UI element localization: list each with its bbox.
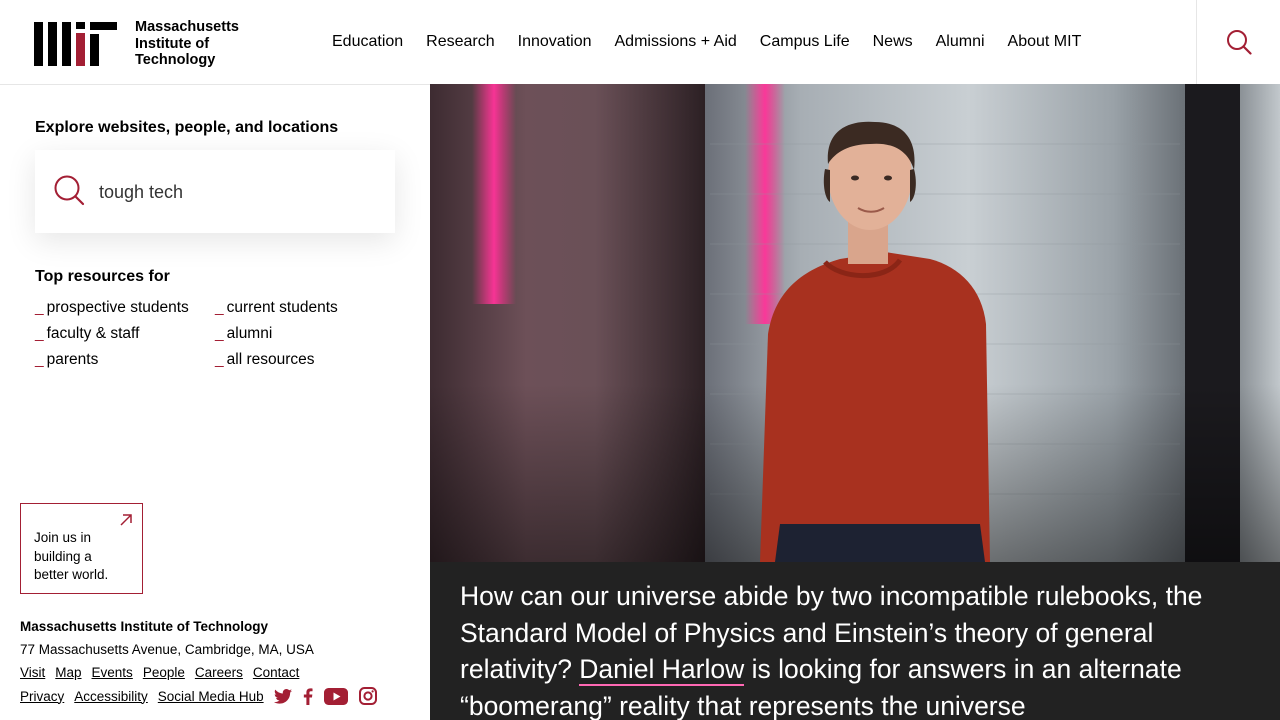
header-search-button[interactable] bbox=[1196, 0, 1280, 84]
resource-label: faculty & staff bbox=[46, 325, 140, 342]
footer-link-people[interactable]: People bbox=[143, 665, 185, 680]
resource-alumni[interactable]: _ alumni bbox=[215, 325, 272, 343]
resources-title: Top resources for bbox=[35, 268, 170, 285]
footer-links-row2: Privacy Accessibility Social Media Hub bbox=[20, 687, 388, 705]
main-nav: Education Research Innovation Admissions… bbox=[332, 33, 1104, 51]
footer-link-map[interactable]: Map bbox=[55, 665, 81, 680]
footer-link-events[interactable]: Events bbox=[92, 665, 133, 680]
footer-links-row1: Visit Map Events People Careers Contact bbox=[20, 665, 309, 680]
search-icon[interactable] bbox=[53, 174, 85, 211]
footer-link-visit[interactable]: Visit bbox=[20, 665, 45, 680]
caption-link-daniel-harlow[interactable]: Daniel Harlow bbox=[579, 654, 745, 686]
explore-title: Explore websites, people, and locations bbox=[35, 119, 339, 136]
left-panel: Explore websites, people, and locations … bbox=[0, 85, 430, 720]
footer-link-social-media-hub[interactable]: Social Media Hub bbox=[158, 689, 264, 704]
youtube-icon[interactable] bbox=[323, 687, 348, 705]
site-header: Massachusetts Institute of Technology Ed… bbox=[0, 0, 1280, 85]
hero-caption-text: How can our universe abide by two incomp… bbox=[460, 578, 1260, 720]
mit-logo[interactable] bbox=[34, 22, 117, 66]
resource-label: current students bbox=[226, 299, 338, 316]
social-icons bbox=[273, 687, 388, 705]
footer-institute-name: Massachusetts Institute of Technology bbox=[20, 619, 269, 634]
nav-item-education[interactable]: Education bbox=[332, 33, 403, 51]
institute-name-line2: Institute of bbox=[135, 35, 210, 52]
nav-item-research[interactable]: Research bbox=[426, 33, 494, 51]
institute-name-line3: Technology bbox=[135, 52, 216, 68]
resource-label: alumni bbox=[226, 325, 273, 342]
join-us-label: Join us in building a better world. bbox=[34, 530, 109, 582]
resource-all-resources[interactable]: _ all resources bbox=[215, 351, 315, 369]
footer-link-contact[interactable]: Contact bbox=[253, 665, 300, 680]
nav-item-alumni[interactable]: Alumni bbox=[936, 33, 985, 51]
hero-caption: How can our universe abide by two incomp… bbox=[430, 562, 1280, 720]
resource-current-students[interactable]: _ current students bbox=[215, 299, 338, 317]
facebook-icon[interactable] bbox=[303, 687, 313, 705]
instagram-icon[interactable] bbox=[358, 687, 377, 705]
hero-photo-illustration bbox=[430, 84, 1280, 562]
hero-image[interactable] bbox=[430, 84, 1280, 562]
footer-address: 77 Massachusetts Avenue, Cambridge, MA, … bbox=[20, 642, 314, 657]
nav-item-admissions[interactable]: Admissions + Aid bbox=[615, 33, 737, 51]
institute-name-line1: Massachusetts bbox=[135, 19, 239, 35]
join-us-card[interactable]: Join us in building a better world. bbox=[20, 503, 143, 594]
nav-item-campus-life[interactable]: Campus Life bbox=[760, 33, 850, 51]
resource-faculty-staff[interactable]: _ faculty & staff bbox=[35, 325, 139, 343]
nav-item-news[interactable]: News bbox=[873, 33, 913, 51]
footer-link-accessibility[interactable]: Accessibility bbox=[74, 689, 148, 704]
twitter-icon[interactable] bbox=[273, 688, 292, 704]
nav-item-about[interactable]: About MIT bbox=[1008, 33, 1082, 51]
nav-item-innovation[interactable]: Innovation bbox=[518, 33, 592, 51]
footer-link-privacy[interactable]: Privacy bbox=[20, 689, 64, 704]
search-icon bbox=[1227, 30, 1252, 55]
resource-label: parents bbox=[46, 351, 99, 368]
explore-search-input[interactable] bbox=[97, 172, 381, 212]
institute-name[interactable]: Massachusetts Institute of Technology bbox=[135, 19, 239, 69]
resource-parents[interactable]: _ parents bbox=[35, 351, 98, 369]
resource-prospective-students[interactable]: _ prospective students bbox=[35, 299, 189, 317]
resource-label: all resources bbox=[226, 351, 315, 368]
footer-link-careers[interactable]: Careers bbox=[195, 665, 243, 680]
resource-label: prospective students bbox=[46, 299, 189, 316]
explore-search-box[interactable] bbox=[35, 150, 395, 233]
